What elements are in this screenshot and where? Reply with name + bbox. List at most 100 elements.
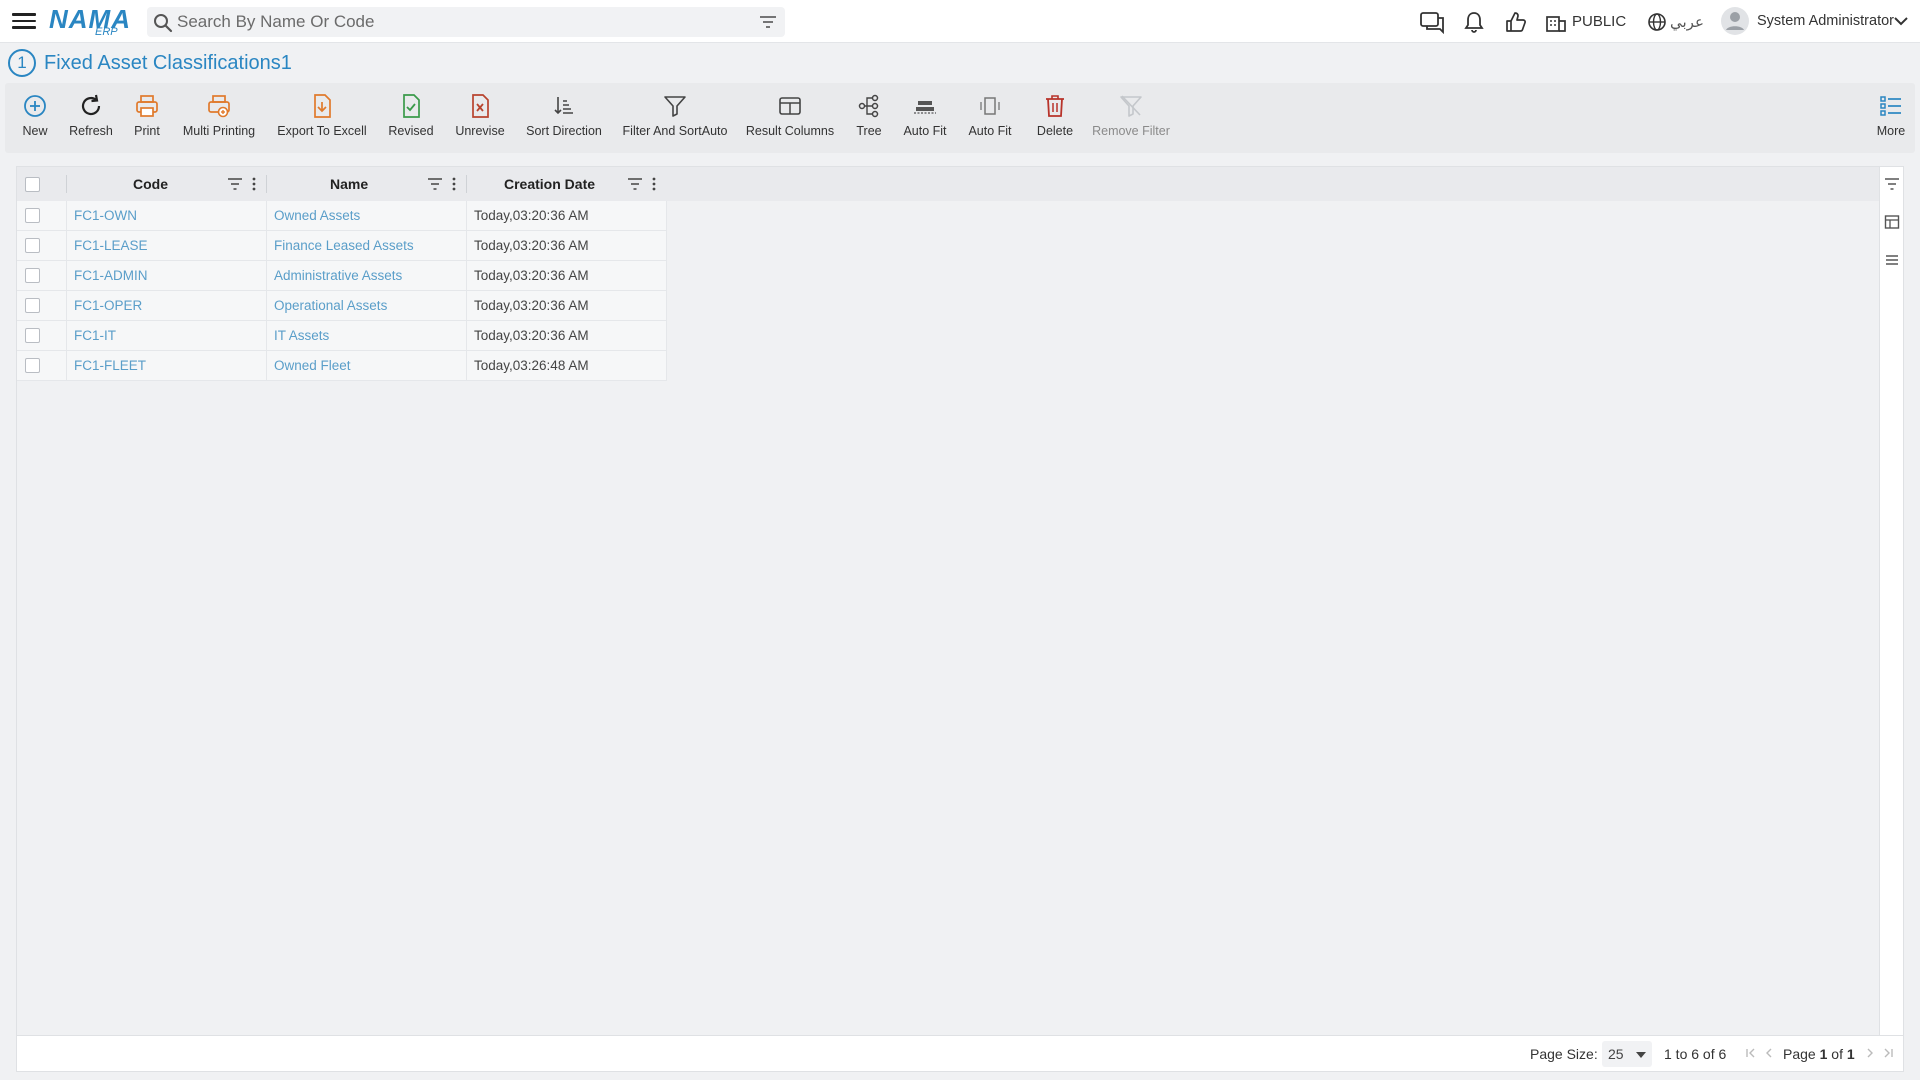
multi-printer-icon bbox=[208, 95, 230, 118]
row-name[interactable]: Administrative Assets bbox=[274, 261, 402, 291]
first-page-icon[interactable] bbox=[1744, 1046, 1758, 1060]
unrevise-button[interactable]: Unrevise bbox=[451, 93, 509, 147]
name-column-menu-icon[interactable] bbox=[451, 176, 457, 192]
remove-filter-button[interactable]: Remove Filter bbox=[1089, 93, 1173, 147]
column-header-code[interactable]: Code bbox=[133, 167, 168, 201]
row-code[interactable]: FC1-IT bbox=[74, 321, 116, 351]
last-page-icon[interactable] bbox=[1881, 1046, 1895, 1060]
top-bar: NAMA ERP PUBLIC عربي System Administrato… bbox=[0, 0, 1920, 43]
avatar[interactable] bbox=[1720, 6, 1750, 36]
select-all-checkbox[interactable] bbox=[25, 177, 40, 192]
page-size-select[interactable]: 25 bbox=[1602, 1041, 1652, 1067]
row-checkbox[interactable] bbox=[25, 208, 40, 223]
globe-icon[interactable] bbox=[1646, 10, 1668, 34]
export-excel-button[interactable]: Export To Excell bbox=[273, 93, 371, 147]
name-filter-icon[interactable] bbox=[427, 177, 443, 191]
column-header-creation-date[interactable]: Creation Date bbox=[504, 167, 595, 201]
row-code[interactable]: FC1-ADMIN bbox=[74, 261, 148, 291]
list-icon bbox=[1880, 96, 1901, 116]
row-code[interactable]: FC1-FLEET bbox=[74, 351, 146, 381]
table-row[interactable]: FC1-FLEET Owned Fleet Today,03:26:48 AM bbox=[17, 351, 667, 381]
cell-separator bbox=[466, 261, 467, 291]
table-row[interactable]: FC1-OPER Operational Assets Today,03:20:… bbox=[17, 291, 667, 321]
user-name[interactable]: System Administrator bbox=[1757, 13, 1894, 29]
delete-button[interactable]: Delete bbox=[1033, 93, 1077, 147]
creation-date-column-menu-icon[interactable] bbox=[651, 176, 657, 192]
code-filter-icon[interactable] bbox=[227, 177, 243, 191]
tree-button[interactable]: Tree bbox=[849, 93, 889, 147]
menu-lines-icon[interactable] bbox=[1884, 252, 1900, 268]
search-input[interactable] bbox=[177, 7, 737, 37]
next-page-icon[interactable] bbox=[1863, 1046, 1877, 1060]
row-checkbox[interactable] bbox=[25, 298, 40, 313]
row-name[interactable]: Owned Fleet bbox=[274, 351, 351, 381]
previous-page-icon[interactable] bbox=[1762, 1046, 1776, 1060]
column-header-name[interactable]: Name bbox=[330, 167, 368, 201]
page-indicator: Page 1 of 1 bbox=[1783, 1046, 1855, 1062]
row-name[interactable]: Finance Leased Assets bbox=[274, 231, 414, 261]
row-code[interactable]: FC1-OWN bbox=[74, 201, 137, 231]
refresh-label: Refresh bbox=[69, 124, 113, 138]
revised-label: Revised bbox=[388, 124, 434, 138]
row-name[interactable]: IT Assets bbox=[274, 321, 329, 351]
menu-icon[interactable] bbox=[12, 10, 36, 32]
thumbs-up-icon[interactable] bbox=[1503, 10, 1529, 34]
row-checkbox[interactable] bbox=[25, 238, 40, 253]
building-icon[interactable] bbox=[1545, 10, 1567, 34]
row-creation-date: Today,03:20:36 AM bbox=[474, 328, 589, 343]
table-row[interactable]: FC1-OWN Owned Assets Today,03:20:36 AM bbox=[17, 201, 667, 231]
new-button[interactable]: New bbox=[13, 93, 57, 147]
language-switch[interactable]: عربي bbox=[1670, 13, 1704, 31]
page-header: 1 Fixed Asset Classifications1 bbox=[0, 44, 1920, 82]
chat-icon[interactable] bbox=[1419, 10, 1445, 34]
result-columns-button[interactable]: Result Columns bbox=[743, 93, 837, 147]
filter-sort-button[interactable]: Filter And SortAuto bbox=[619, 93, 731, 147]
table-row[interactable]: FC1-ADMIN Administrative Assets Today,03… bbox=[17, 261, 667, 291]
export-excel-label: Export To Excell bbox=[277, 124, 367, 138]
auto-fit-columns-button[interactable]: Auto Fit bbox=[967, 93, 1013, 147]
row-name[interactable]: Owned Assets bbox=[274, 201, 360, 231]
auto-fit-columns-icon bbox=[980, 97, 1000, 115]
cell-separator bbox=[466, 201, 467, 231]
cell-separator bbox=[666, 201, 667, 231]
export-file-icon bbox=[314, 94, 331, 118]
notification-bell-icon[interactable] bbox=[1461, 10, 1487, 34]
cell-separator bbox=[66, 291, 67, 321]
row-code[interactable]: FC1-OPER bbox=[74, 291, 142, 321]
grid-body: FC1-OWN Owned Assets Today,03:20:36 AM F… bbox=[17, 201, 1881, 1036]
chevron-down-icon[interactable] bbox=[1893, 14, 1909, 28]
columns-panel-icon[interactable] bbox=[1884, 214, 1900, 230]
column-separator bbox=[66, 175, 67, 193]
row-name[interactable]: Operational Assets bbox=[274, 291, 387, 321]
code-column-menu-icon[interactable] bbox=[251, 176, 257, 192]
row-checkbox[interactable] bbox=[25, 268, 40, 283]
creation-date-filter-icon[interactable] bbox=[627, 177, 643, 191]
revised-button[interactable]: Revised bbox=[383, 93, 439, 147]
row-code[interactable]: FC1-LEASE bbox=[74, 231, 148, 261]
multi-printing-label: Multi Printing bbox=[182, 124, 256, 138]
page-total: 1 bbox=[1846, 1046, 1855, 1062]
auto-fit-rows-button[interactable]: Auto Fit bbox=[901, 93, 949, 147]
search-filter-icon[interactable] bbox=[759, 14, 777, 30]
cell-separator bbox=[266, 231, 267, 261]
page-current: 1 bbox=[1819, 1046, 1828, 1062]
auto-fit-columns-label: Auto Fit bbox=[968, 124, 1012, 138]
unrevise-file-icon bbox=[472, 94, 489, 118]
row-checkbox[interactable] bbox=[25, 328, 40, 343]
search-icon bbox=[154, 14, 173, 33]
refresh-button[interactable]: Refresh bbox=[63, 93, 119, 147]
table-row[interactable]: FC1-LEASE Finance Leased Assets Today,03… bbox=[17, 231, 667, 261]
result-columns-label: Result Columns bbox=[745, 124, 835, 138]
more-button[interactable]: More bbox=[1873, 93, 1909, 147]
filter-panel-icon[interactable] bbox=[1884, 176, 1900, 192]
cell-separator bbox=[466, 231, 467, 261]
cell-separator bbox=[466, 291, 467, 321]
table-row[interactable]: FC1-IT IT Assets Today,03:20:36 AM bbox=[17, 321, 667, 351]
app-logo[interactable]: NAMA ERP bbox=[49, 4, 131, 38]
row-checkbox[interactable] bbox=[25, 358, 40, 373]
print-button[interactable]: Print bbox=[125, 93, 169, 147]
branch-label[interactable]: PUBLIC bbox=[1572, 13, 1626, 30]
multi-printing-button[interactable]: Multi Printing bbox=[177, 93, 261, 147]
auto-fit-rows-label: Auto Fit bbox=[903, 124, 947, 138]
sort-direction-button[interactable]: Sort Direction bbox=[521, 93, 607, 147]
